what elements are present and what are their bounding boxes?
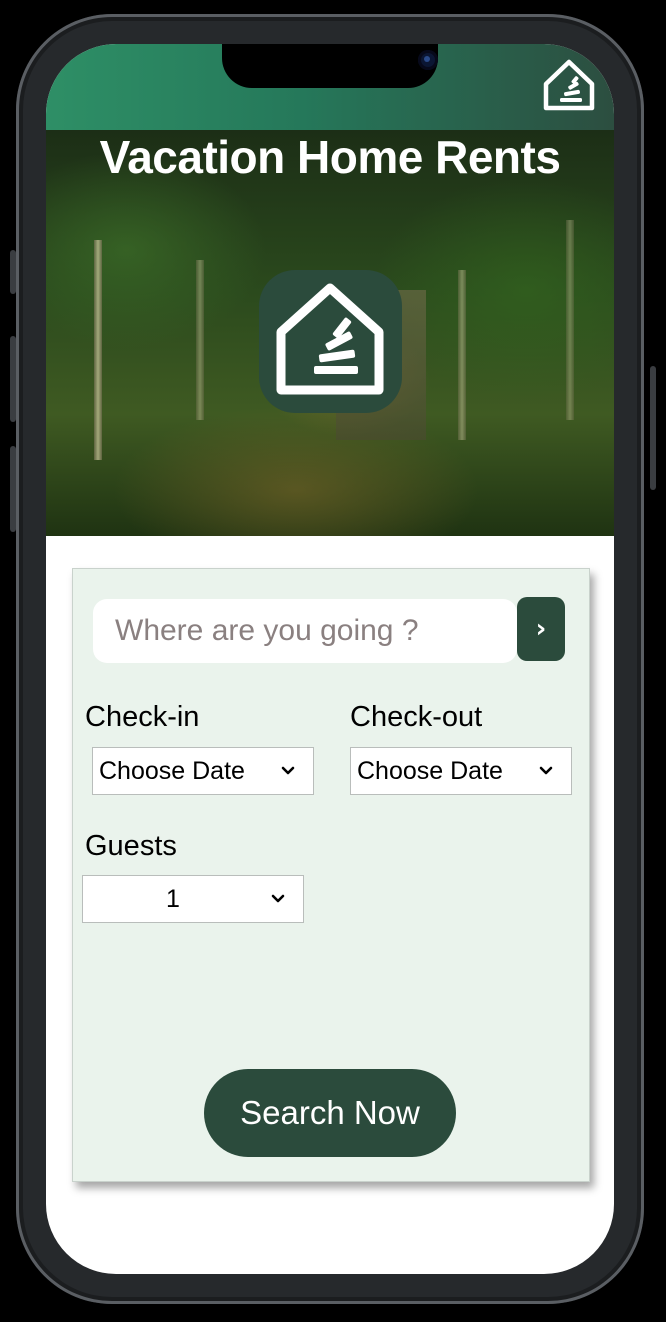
guests-select[interactable]: 1 xyxy=(82,875,304,923)
chevron-down-icon xyxy=(539,766,553,775)
guests-label: Guests xyxy=(85,830,177,862)
checkout-label: Check-out xyxy=(350,701,483,733)
search-now-button[interactable]: Search Now xyxy=(204,1069,456,1157)
chevron-down-icon xyxy=(271,894,285,903)
phone-notch xyxy=(222,44,438,88)
power-button xyxy=(650,366,656,490)
app-logo-icon xyxy=(259,270,402,413)
checkout-selected-value: Choose Date xyxy=(357,756,503,785)
volume-up-button xyxy=(10,336,16,422)
checkin-label: Check-in xyxy=(85,701,200,733)
front-camera xyxy=(418,50,438,70)
mute-switch xyxy=(10,250,16,294)
search-form-card: › Check-in Choose Date Check-out Choose … xyxy=(72,568,590,1182)
volume-down-button xyxy=(10,446,16,532)
checkin-selected-value: Choose Date xyxy=(99,756,245,785)
checkin-date-select[interactable]: Choose Date xyxy=(92,747,314,795)
app-title: Vacation Home Rents xyxy=(99,131,561,183)
destination-search-input[interactable] xyxy=(93,599,517,663)
guests-selected-value: 1 xyxy=(166,884,180,913)
app-screen: Vacation Home Rents › Check-in Choose Da… xyxy=(46,44,614,1274)
checkout-date-select[interactable]: Choose Date xyxy=(350,747,572,795)
house-logo-icon[interactable] xyxy=(542,58,596,112)
chevron-right-icon: › xyxy=(535,614,547,644)
chevron-down-icon xyxy=(281,766,295,775)
search-go-button[interactable]: › xyxy=(517,597,565,661)
